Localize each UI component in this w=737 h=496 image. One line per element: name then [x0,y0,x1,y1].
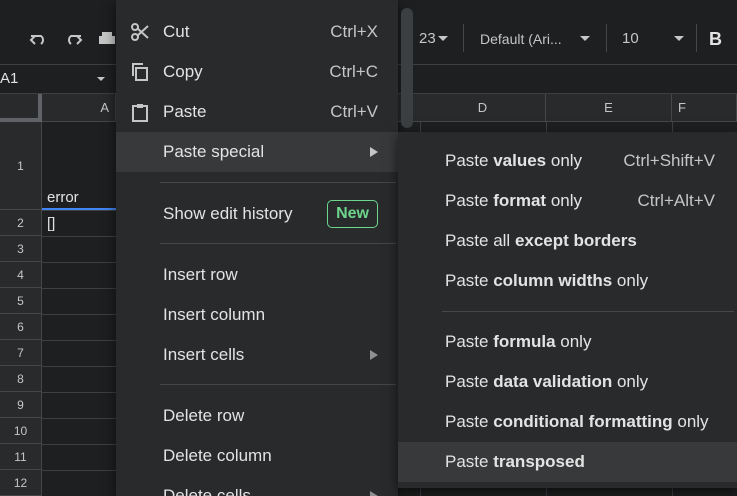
chevron-down-icon [580,36,590,41]
menu-item-copy[interactable]: Copy Ctrl+C [116,52,398,92]
submenu-item-shortcut: Ctrl+Shift+V [623,151,715,170]
menu-item-insert-cells[interactable]: Insert cells [116,335,398,375]
submenu-item-paste-data-validation-only[interactable]: Paste data validation only [398,362,737,402]
row-header[interactable]: 2 [0,210,42,236]
row-header[interactable]: 8 [0,366,42,392]
column-header-f[interactable]: F [672,94,737,122]
name-box-value: A1 [0,70,19,87]
menu-item-label: Cut [163,22,190,41]
new-badge: New [327,200,378,228]
submenu-item-label: Paste all except borders [445,231,637,250]
undo-icon[interactable] [28,28,50,50]
submenu-item-label: Paste values only [445,151,583,170]
menu-item-paste-special[interactable]: Paste special [116,132,398,172]
font-size-select[interactable]: 10 [622,30,639,48]
submenu-item-label: Paste column widths only [445,271,649,290]
column-header-d[interactable]: D [420,94,546,122]
copy-icon [128,62,152,82]
menu-item-label: Copy [163,62,203,81]
submenu-item-paste-all-except-borders[interactable]: Paste all except borders [398,221,737,261]
menu-item-label: Delete row [163,406,245,425]
cell-a1[interactable]: error [47,189,79,206]
menu-item-insert-column[interactable]: Insert column [116,295,398,335]
submenu-item-label: Paste format only [445,191,583,210]
submenu-item-paste-column-widths-only[interactable]: Paste column widths only [398,261,737,301]
menu-item-show-edit-history[interactable]: Show edit history New [116,194,398,234]
menu-item-label: Paste [163,102,207,121]
submenu-item-label: Paste formula only [445,332,592,351]
chevron-down-icon [438,36,448,41]
toolbar-divider [463,24,464,52]
submenu-item-paste-conditional-formatting-only[interactable]: Paste conditional formatting only [398,402,737,442]
menu-divider [160,384,396,385]
submenu-divider [442,311,734,312]
print-icon[interactable] [96,28,118,50]
menu-item-shortcut: Ctrl+C [329,62,378,81]
submenu-item-label: Paste data validation only [445,372,649,391]
column-header-e[interactable]: E [546,94,672,122]
menu-divider [160,182,396,183]
row-header[interactable]: 10 [0,418,42,444]
submenu-item-paste-values-only[interactable]: Paste values only Ctrl+Shift+V [398,141,737,181]
scissors-icon [128,22,152,42]
menu-item-label: Insert row [163,265,238,284]
menu-item-delete-column[interactable]: Delete column [116,436,398,476]
submenu-item-paste-formula-only[interactable]: Paste formula only [398,322,737,362]
submenu-item-paste-format-only[interactable]: Paste format only Ctrl+Alt+V [398,181,737,221]
bold-button[interactable]: B [709,30,722,48]
menu-item-cut[interactable]: Cut Ctrl+X [116,12,398,52]
menu-item-label: Paste special [163,142,265,161]
menu-item-label: Delete cells [163,486,251,496]
menu-item-label: Insert cells [163,345,245,364]
submenu-arrow-icon [370,350,378,360]
menu-item-paste[interactable]: Paste Ctrl+V [116,92,398,132]
redo-icon[interactable] [62,28,84,50]
row-header[interactable]: 11 [0,444,42,470]
menu-divider [160,243,396,244]
column-header-a[interactable]: A [42,94,116,122]
menu-scrollbar[interactable] [401,8,413,128]
zoom-value[interactable]: 23 [419,30,436,48]
menu-item-label: Show edit history [163,204,293,223]
submenu-item-label: Paste transposed [445,452,585,471]
menu-item-insert-row[interactable]: Insert row [116,255,398,295]
submenu-arrow-icon [370,491,378,496]
cell-selection-border [42,208,116,210]
chevron-down-icon [674,36,684,41]
menu-item-delete-cells[interactable]: Delete cells [116,476,398,496]
toolbar-divider [696,24,697,52]
submenu-arrow-icon [370,147,378,157]
select-all-corner[interactable] [0,94,42,122]
row-header[interactable]: 4 [0,262,42,288]
row-header[interactable]: 9 [0,392,42,418]
submenu-item-shortcut: Ctrl+Alt+V [637,191,715,210]
menu-item-shortcut: Ctrl+X [330,22,378,41]
menu-item-label: Insert column [163,305,266,324]
row-header[interactable]: 6 [0,314,42,340]
menu-item-delete-row[interactable]: Delete row [116,396,398,436]
menu-item-label: Delete column [163,446,272,465]
font-family-select[interactable]: Default (Ari... [480,30,562,48]
cell-a2[interactable]: [] [47,215,55,232]
menu-item-shortcut: Ctrl+V [330,102,378,121]
row-header[interactable]: 5 [0,288,42,314]
submenu-item-label: Paste conditional formatting only [445,412,709,431]
row-header[interactable]: 1 [0,122,42,210]
chevron-down-icon[interactable] [97,77,105,81]
clipboard-icon [128,102,152,122]
row-header[interactable]: 3 [0,236,42,262]
row-header[interactable]: 7 [0,340,42,366]
submenu-item-paste-transposed[interactable]: Paste transposed [398,442,737,482]
row-header[interactable]: 12 [0,470,42,496]
toolbar-divider [606,24,607,52]
